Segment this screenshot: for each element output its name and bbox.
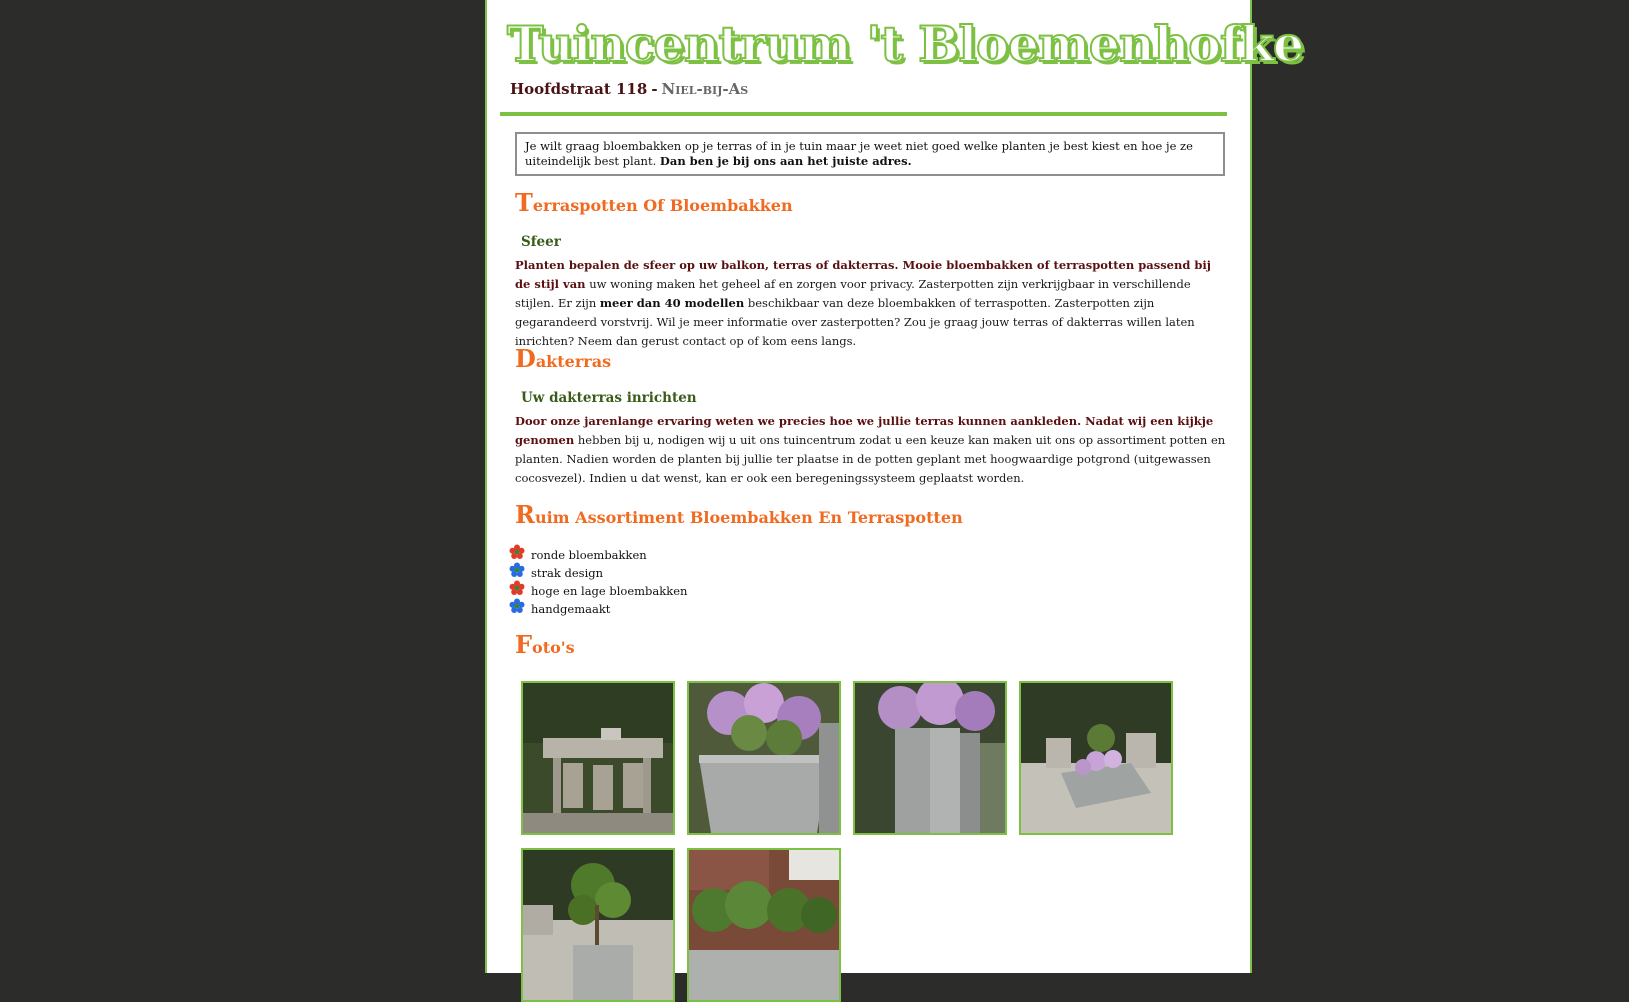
photo-image — [855, 683, 1005, 833]
list-item: handgemaakt — [509, 598, 687, 618]
photo-image — [689, 683, 839, 833]
heading-rest: oto's — [532, 638, 575, 657]
heading-dakterras: Dakterras — [515, 344, 611, 373]
list-item: ronde bloembakken — [509, 544, 687, 564]
heading-fotos: Foto's — [515, 630, 575, 659]
address-street: Hoofdstraat 118 — [510, 80, 648, 98]
photo-image — [523, 683, 673, 833]
heading-cap: R — [515, 500, 535, 529]
page-container: Tuincentrum 't Bloemenhofke Hoofdstraat … — [485, 0, 1305, 1002]
photo-thumbnail-square-planter[interactable] — [1019, 681, 1173, 835]
paragraph-dakterras: Door onze jarenlange ervaring weten we p… — [515, 412, 1227, 488]
photo-image — [689, 850, 839, 1000]
heading-cap: F — [515, 630, 533, 659]
address: Hoofdstraat 118- Niel-bij-As — [510, 80, 748, 98]
heading-rest: erraspotten Of Bloembakken — [532, 196, 793, 215]
intro-strong: Dan ben je bij ons aan het juiste adres. — [659, 154, 912, 168]
subheading-dakterras-inrichten: Uw dakterras inrichten — [521, 390, 697, 406]
list-item-label: handgemaakt — [531, 602, 611, 616]
photo-thumbnail-hedge-planters[interactable] — [687, 848, 841, 1002]
paragraph-sfeer: Planten bepalen de sfeer op uw balkon, t… — [515, 256, 1227, 351]
heading-assortiment: Ruim Assortiment Bloembakken En Terraspo… — [515, 500, 963, 529]
photo-image — [1021, 683, 1171, 833]
heading-rest: akterras — [535, 352, 612, 371]
photo-thumbnail-tall-planters[interactable] — [853, 681, 1007, 835]
address-city: Niel-bij-As — [661, 80, 749, 98]
photo-thumbnail-round-pot[interactable] — [687, 681, 841, 835]
paragraph-strong: meer dan 40 modellen — [599, 296, 745, 310]
red-flower-icon — [509, 580, 525, 595]
address-separator: - — [651, 80, 658, 98]
list-item: hoge en lage bloembakken — [509, 580, 688, 600]
list-item-label: ronde bloembakken — [531, 548, 647, 562]
list-item-label: hoge en lage bloembakken — [531, 584, 688, 598]
paragraph-text: hebben bij u, nodigen wij u uit ons tuin… — [515, 433, 1226, 485]
heading-cap: D — [515, 344, 536, 373]
photo-thumbnail-terrace-table[interactable] — [521, 681, 675, 835]
intro-box: Je wilt graag bloembakken op je terras o… — [515, 132, 1225, 176]
blue-flower-icon — [509, 598, 525, 613]
photo-image — [523, 850, 673, 1000]
photo-thumbnail-tree-planter[interactable] — [521, 848, 675, 1002]
blue-flower-icon — [509, 562, 525, 577]
heading-cap: T — [515, 188, 533, 217]
assortment-list: ronde bloembakken strak design hoge en l… — [509, 544, 688, 618]
list-item: strak design — [509, 562, 687, 582]
list-item-label: strak design — [531, 566, 604, 580]
heading-rest: uim Assortiment Bloembakken En Terraspot… — [534, 508, 963, 527]
red-flower-icon — [509, 544, 525, 559]
site-title[interactable]: Tuincentrum 't Bloemenhofke — [506, 14, 1305, 74]
subheading-sfeer: Sfeer — [521, 234, 561, 250]
header-divider — [500, 112, 1227, 116]
heading-terraspotten: Terraspotten Of Bloembakken — [515, 188, 793, 217]
